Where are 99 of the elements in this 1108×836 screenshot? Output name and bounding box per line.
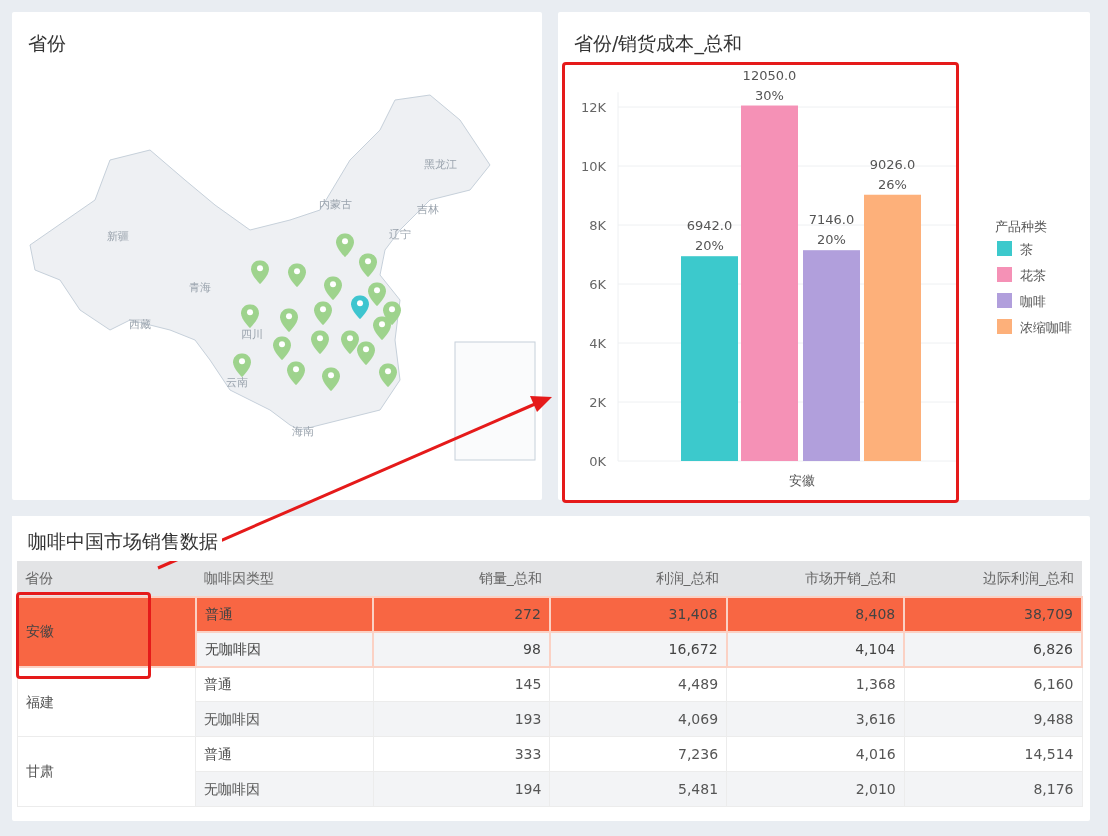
table-cell: 无咖啡因 xyxy=(195,771,374,807)
region-label: 四川 xyxy=(241,326,263,343)
region-label: 吉林 xyxy=(417,201,439,218)
table-cell: 安徽 xyxy=(17,596,196,667)
value-label: 12050.0 xyxy=(742,67,797,83)
map-pin-icon[interactable] xyxy=(314,301,332,326)
axis-tick-label: 4K xyxy=(589,336,606,351)
region-label: 辽宁 xyxy=(389,226,411,243)
panel-title: 咖啡中国市场销售数据 xyxy=(12,516,222,561)
value-label: 6942.0 xyxy=(686,218,733,234)
percent-label: 30% xyxy=(755,87,784,103)
legend-swatch xyxy=(997,267,1012,282)
value-label: 9026.0 xyxy=(869,156,916,172)
axis-tick-label: 8K xyxy=(589,218,606,233)
region-label: 西藏 xyxy=(129,316,151,333)
value-label: 7146.0 xyxy=(808,212,855,228)
map-pin-icon[interactable] xyxy=(324,276,342,301)
region-label: 新疆 xyxy=(107,228,129,245)
table-cell: 6,160 xyxy=(904,666,1082,702)
legend-label[interactable]: 茶 xyxy=(1020,242,1033,257)
column-header[interactable]: 销量_总和 xyxy=(373,560,550,597)
column-header[interactable]: 咖啡因类型 xyxy=(195,560,374,597)
map-pin-icon[interactable] xyxy=(341,330,359,355)
table-cell: 38,709 xyxy=(904,596,1082,632)
map-pin-icon[interactable] xyxy=(241,304,259,329)
table-cell: 4,016 xyxy=(726,736,905,772)
map-pin-icon[interactable] xyxy=(379,363,397,388)
table-cell: 7,236 xyxy=(549,736,727,772)
table-cell: 145 xyxy=(373,666,550,702)
region-label: 云南 xyxy=(226,374,248,391)
legend-swatch xyxy=(997,293,1012,308)
region-label: 内蒙古 xyxy=(318,196,352,213)
map-pin-icon[interactable] xyxy=(359,253,377,278)
map-pin-icon[interactable] xyxy=(373,316,391,341)
percent-label: 26% xyxy=(878,176,907,192)
table-cell: 9,488 xyxy=(904,701,1082,737)
table-cell: 14,514 xyxy=(904,736,1082,772)
map-pin-icon[interactable] xyxy=(351,295,369,320)
table-cell: 甘肃 xyxy=(17,736,196,807)
region-label: 黑龙江 xyxy=(423,156,457,173)
table-cell: 普通 xyxy=(195,666,374,702)
table-cell: 31,408 xyxy=(549,596,727,632)
bar[interactable] xyxy=(803,250,860,461)
bar[interactable] xyxy=(681,256,738,461)
region-label: 青海 xyxy=(189,279,211,296)
table-cell: 4,069 xyxy=(549,701,727,737)
column-header[interactable]: 利润_总和 xyxy=(549,560,727,597)
map-pin-icon[interactable] xyxy=(357,341,375,366)
table-cell: 6,826 xyxy=(904,631,1082,667)
table-cell: 333 xyxy=(373,736,550,772)
map-pin-icon[interactable] xyxy=(336,233,354,258)
bar[interactable] xyxy=(741,105,798,461)
axis-tick-label: 12K xyxy=(580,100,606,115)
map-pin-icon[interactable] xyxy=(233,353,251,378)
table-cell: 无咖啡因 xyxy=(195,631,374,667)
percent-label: 20% xyxy=(695,238,724,254)
table-cell: 5,481 xyxy=(549,771,727,807)
axis-tick-label: 2K xyxy=(589,395,606,410)
table-cell: 普通 xyxy=(195,736,374,772)
map-pin-icon[interactable] xyxy=(288,263,306,288)
panel-title: 省份 xyxy=(27,31,66,55)
table-cell: 4,489 xyxy=(549,666,727,702)
map-pin-icon[interactable] xyxy=(273,336,291,361)
table-cell: 8,408 xyxy=(726,596,905,632)
panel-title: 省份/销货成本_总和 xyxy=(573,31,742,55)
table-cell: 4,104 xyxy=(726,631,905,667)
map-pin-icon[interactable] xyxy=(280,308,298,333)
table-cell: 193 xyxy=(373,701,550,737)
percent-label: 20% xyxy=(817,232,846,248)
axis-tick-label: 0K xyxy=(589,454,606,469)
table-cell: 普通 xyxy=(195,596,374,632)
map-pin-icon[interactable] xyxy=(251,260,269,285)
table-cell: 3,616 xyxy=(726,701,905,737)
table-cell: 8,176 xyxy=(904,771,1082,807)
map-pin-icon[interactable] xyxy=(322,367,340,392)
table-cell: 194 xyxy=(373,771,550,807)
map-pin-icon[interactable] xyxy=(311,330,329,355)
legend-title: 产品种类 xyxy=(995,219,1047,234)
map-pin-icon[interactable] xyxy=(287,361,305,386)
table-cell: 1,368 xyxy=(726,666,905,702)
table-cell: 272 xyxy=(373,596,550,632)
table-cell: 福建 xyxy=(17,666,196,737)
map-pin-icon[interactable] xyxy=(368,282,386,307)
legend-swatch xyxy=(997,241,1012,256)
legend-swatch xyxy=(997,319,1012,334)
legend-label[interactable]: 花茶 xyxy=(1020,268,1046,283)
column-header[interactable]: 市场开销_总和 xyxy=(726,560,905,597)
table-cell: 无咖啡因 xyxy=(195,701,374,737)
table-cell: 16,672 xyxy=(549,631,727,667)
table-cell: 98 xyxy=(373,631,550,667)
legend-label[interactable]: 浓缩咖啡 xyxy=(1020,320,1072,335)
column-header[interactable]: 边际利润_总和 xyxy=(904,560,1082,597)
axis-tick-label: 6K xyxy=(589,277,606,292)
legend-label[interactable]: 咖啡 xyxy=(1020,294,1046,309)
category-label: 安徽 xyxy=(789,473,815,488)
table-cell: 2,010 xyxy=(726,771,905,807)
bar[interactable] xyxy=(864,194,921,461)
axis-tick-label: 10K xyxy=(580,159,606,174)
region-label: 海南 xyxy=(292,423,314,440)
